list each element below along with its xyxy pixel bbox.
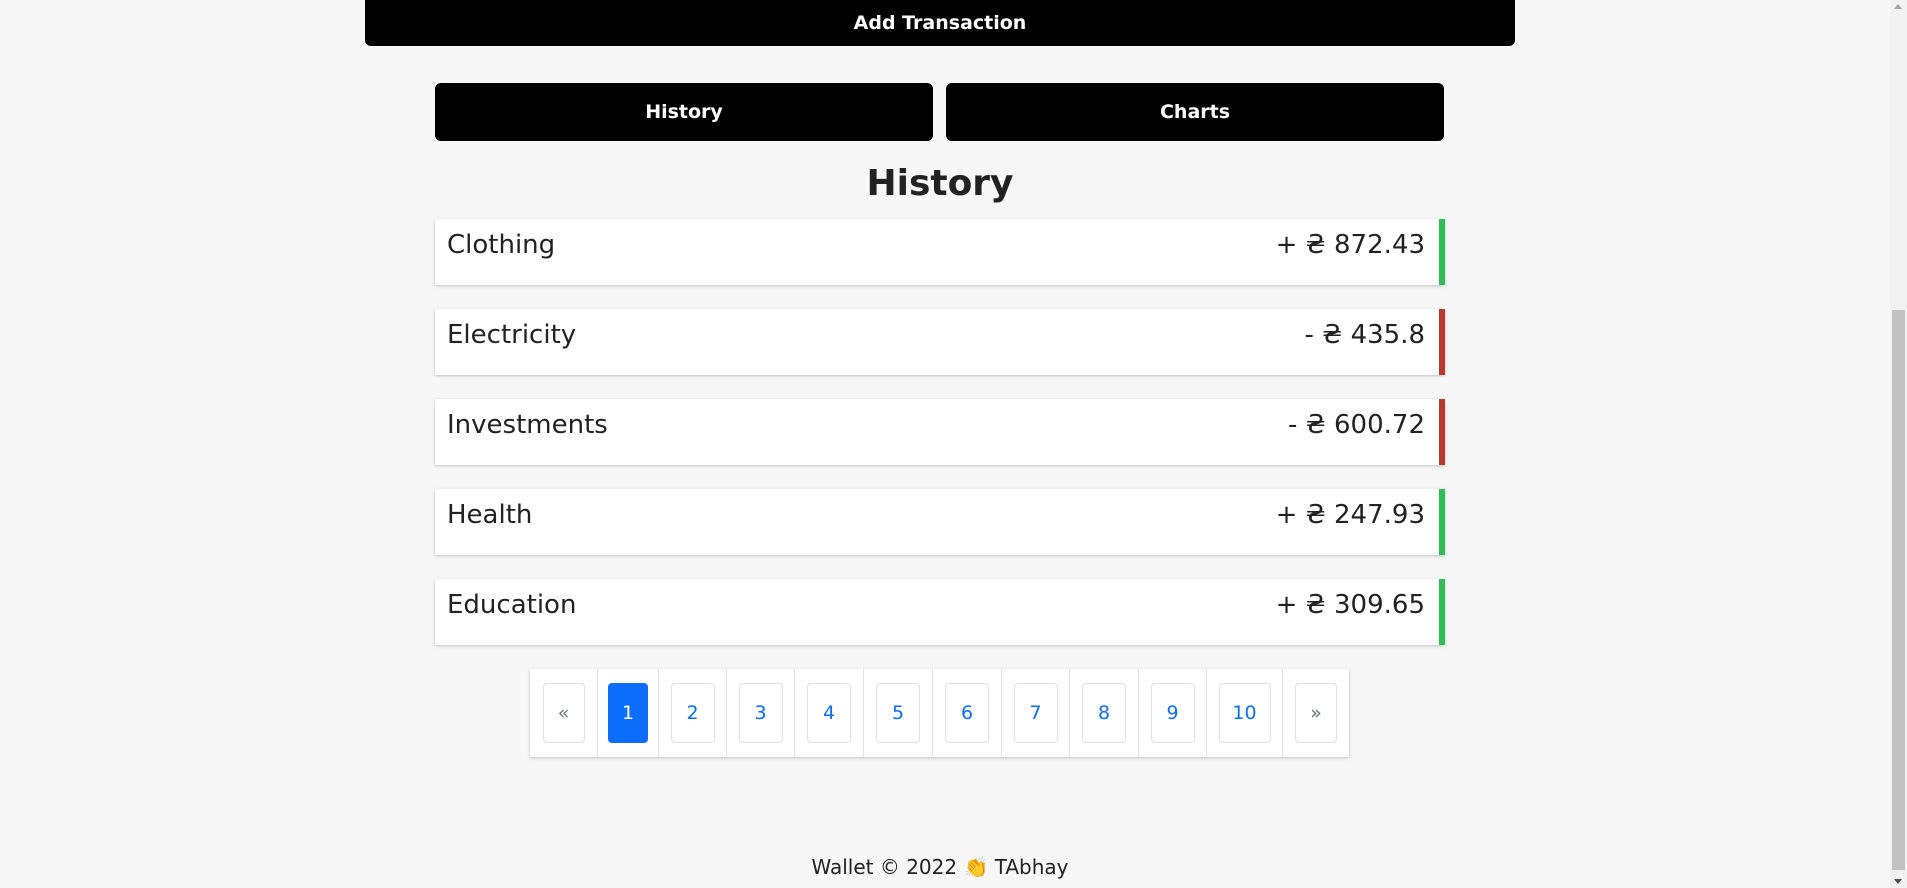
pagination-cell: 4: [795, 669, 864, 757]
pagination-cell: 3: [727, 669, 795, 757]
pagination-cell: »: [1283, 669, 1349, 757]
transaction-amount: + ₴ 309.65: [1275, 590, 1425, 620]
page-6-button[interactable]: 6: [945, 683, 989, 743]
tab-charts[interactable]: Charts: [946, 83, 1444, 141]
pagination-cell: «: [530, 669, 598, 757]
transaction-category: Education: [447, 590, 577, 620]
transaction-amount: - ₴ 600.72: [1287, 410, 1425, 440]
pagination-next-button[interactable]: »: [1295, 683, 1337, 743]
income-indicator: [1439, 219, 1445, 285]
transaction-item: Investments - ₴ 600.72: [435, 399, 1445, 465]
pagination-cell: 1: [598, 669, 659, 757]
scroll-down-arrow-icon[interactable]: [1894, 879, 1902, 884]
transaction-amount: + ₴ 872.43: [1275, 230, 1425, 260]
transaction-item: Education + ₴ 309.65: [435, 579, 1445, 645]
page-scrollbar[interactable]: [1890, 0, 1907, 888]
expense-indicator: [1439, 399, 1445, 465]
pagination-cell: 2: [659, 669, 727, 757]
page-8-button[interactable]: 8: [1082, 683, 1126, 743]
transaction-category: Clothing: [447, 230, 556, 260]
page-2-button[interactable]: 2: [670, 683, 715, 743]
transaction-amount: - ₴ 435.8: [1304, 320, 1425, 350]
pagination-cell: 7: [1002, 669, 1070, 757]
pagination-cell: 8: [1070, 669, 1139, 757]
add-transaction-button[interactable]: Add Transaction: [365, 0, 1515, 46]
transaction-item: Electricity - ₴ 435.8: [435, 309, 1445, 375]
pagination-cell: 5: [864, 669, 933, 757]
page-4-button[interactable]: 4: [807, 683, 851, 743]
tab-history[interactable]: History: [435, 83, 933, 141]
transaction-category: Health: [447, 500, 533, 530]
transaction-category: Electricity: [447, 320, 577, 350]
page-10-button[interactable]: 10: [1218, 683, 1271, 743]
page-9-button[interactable]: 9: [1150, 683, 1195, 743]
pagination-cell: 9: [1139, 669, 1207, 757]
pagination-cell: 6: [933, 669, 1002, 757]
history-heading: History: [866, 163, 1014, 204]
transaction-amount: + ₴ 247.93: [1275, 500, 1425, 530]
income-indicator: [1439, 489, 1445, 555]
expense-indicator: [1439, 309, 1445, 375]
page-3-button[interactable]: 3: [738, 683, 783, 743]
scrollbar-thumb[interactable]: [1892, 310, 1905, 870]
income-indicator: [1439, 579, 1445, 645]
scroll-up-arrow-icon[interactable]: [1894, 4, 1902, 9]
footer-text: Wallet © 2022 👏 TAbhay: [811, 855, 1069, 879]
page-1-button[interactable]: 1: [608, 683, 648, 743]
page-5-button[interactable]: 5: [876, 683, 920, 743]
transaction-item: Clothing + ₴ 872.43: [435, 219, 1445, 285]
pagination: « 1 2 3 4 5 6 7 8 9 10 »: [530, 669, 1349, 757]
transaction-item: Health + ₴ 247.93: [435, 489, 1445, 555]
pagination-prev-button[interactable]: «: [542, 683, 585, 743]
pagination-cell: 10: [1207, 669, 1283, 757]
transaction-category: Investments: [447, 410, 608, 440]
page-7-button[interactable]: 7: [1013, 683, 1058, 743]
